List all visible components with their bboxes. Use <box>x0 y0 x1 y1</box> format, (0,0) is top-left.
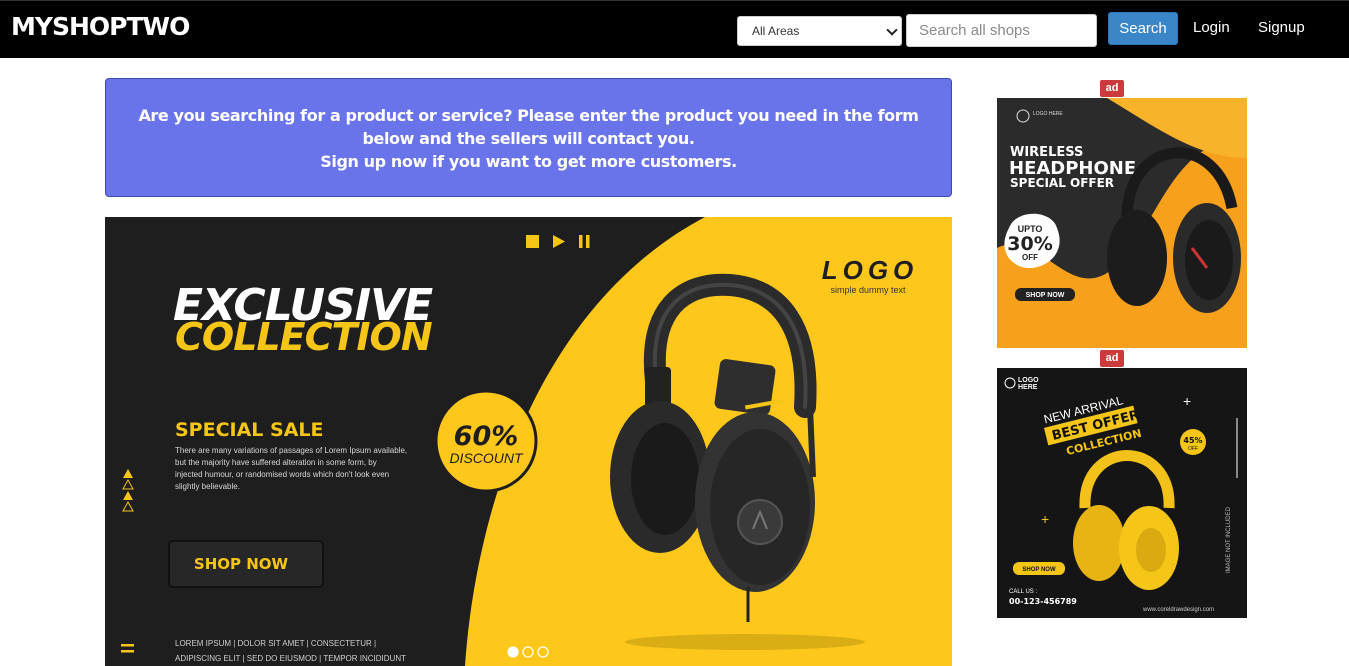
ad1-off: OFF <box>1022 253 1038 262</box>
notice-text: Are you searching for a product or servi… <box>138 106 919 148</box>
hero-carousel[interactable]: LOGO simple dummy text EXCLUSIVE COLLECT… <box>105 217 952 666</box>
plus-icon: + <box>1183 393 1191 409</box>
discount-value: 60% <box>454 421 519 452</box>
ad2-logo-1: LOGO <box>1018 377 1039 384</box>
search-button[interactable]: Search <box>1108 12 1178 45</box>
carousel-dot[interactable] <box>507 646 519 658</box>
ad2-logo-2: HERE <box>1018 384 1038 391</box>
ad-badge: ad <box>1100 80 1124 97</box>
banner-footer-text-1: LOREM IPSUM | DOLOR SIT AMET | CONSECTET… <box>175 639 376 648</box>
banner-title-collection: COLLECTION <box>175 315 432 359</box>
banner-footer-text-2: ADIPISCING ELIT | SED DO EIUSMOD | TEMPO… <box>175 654 406 663</box>
ad2-site: www.coreldrawdesign.com <box>1142 607 1214 613</box>
area-select[interactable]: All Areas <box>737 16 902 46</box>
ad1-logo: LOGO HERE <box>1033 111 1063 117</box>
ad2-phone: 00-123-456789 <box>1009 597 1077 606</box>
special-sale-heading: SPECIAL SALE <box>175 419 324 441</box>
plus-icon: + <box>1041 511 1049 527</box>
banner-logo-sub: simple dummy text <box>830 285 906 295</box>
chevron-down-icon <box>886 24 898 36</box>
ad-banner-best-offer[interactable]: LOGO HERE NEW ARRIVAL BEST OFFER COLLECT… <box>997 368 1247 618</box>
notice-signup-text: Sign up now if you want to get more cust… <box>320 152 737 171</box>
top-navbar: MYSHOPTWO All Areas Search Login Signup <box>0 0 1349 58</box>
stop-icon[interactable] <box>526 235 539 248</box>
sale-text-3: injected humour, or randomised words whi… <box>175 470 389 479</box>
ad-badge: ad <box>1100 350 1124 367</box>
area-select-value: All Areas <box>752 24 800 38</box>
discount-label: DISCOUNT <box>449 450 524 466</box>
signup-link[interactable]: Signup <box>1258 19 1305 36</box>
ad1-percent: 30% <box>1007 233 1052 255</box>
sale-text-4: slightly believable. <box>175 482 240 491</box>
search-input[interactable] <box>906 14 1097 47</box>
info-notice: Are you searching for a product or servi… <box>105 78 952 197</box>
ad-image: LOGO HERE WIRELESS HEADPHONE SPECIAL OFF… <box>997 98 1247 348</box>
ad-banner-wireless-headphone[interactable]: LOGO HERE WIRELESS HEADPHONE SPECIAL OFF… <box>997 98 1247 348</box>
ad1-cta: SHOP NOW <box>1026 292 1065 299</box>
ad2-call: CALL US : <box>1009 589 1037 595</box>
site-logo[interactable]: MYSHOPTWO <box>11 12 190 41</box>
shop-now-label: SHOP NOW <box>194 555 289 573</box>
sale-text-1: There are many variations of passages of… <box>175 446 407 455</box>
ad1-line3: SPECIAL OFFER <box>1010 176 1114 190</box>
login-link[interactable]: Login <box>1193 19 1230 36</box>
ad2-off: OFF <box>1188 446 1198 452</box>
hero-slide-image: LOGO simple dummy text EXCLUSIVE COLLECT… <box>105 217 952 666</box>
sale-text-2: but the majority have suffered alteratio… <box>175 458 377 467</box>
banner-logo: LOGO <box>822 255 919 285</box>
ad2-vertical-text: IMAGE NOT INCLUDED <box>1226 506 1232 573</box>
ad2-percent: 45% <box>1183 436 1202 445</box>
ad2-cta: SHOP NOW <box>1022 567 1056 573</box>
ad-image: LOGO HERE NEW ARRIVAL BEST OFFER COLLECT… <box>997 368 1247 618</box>
